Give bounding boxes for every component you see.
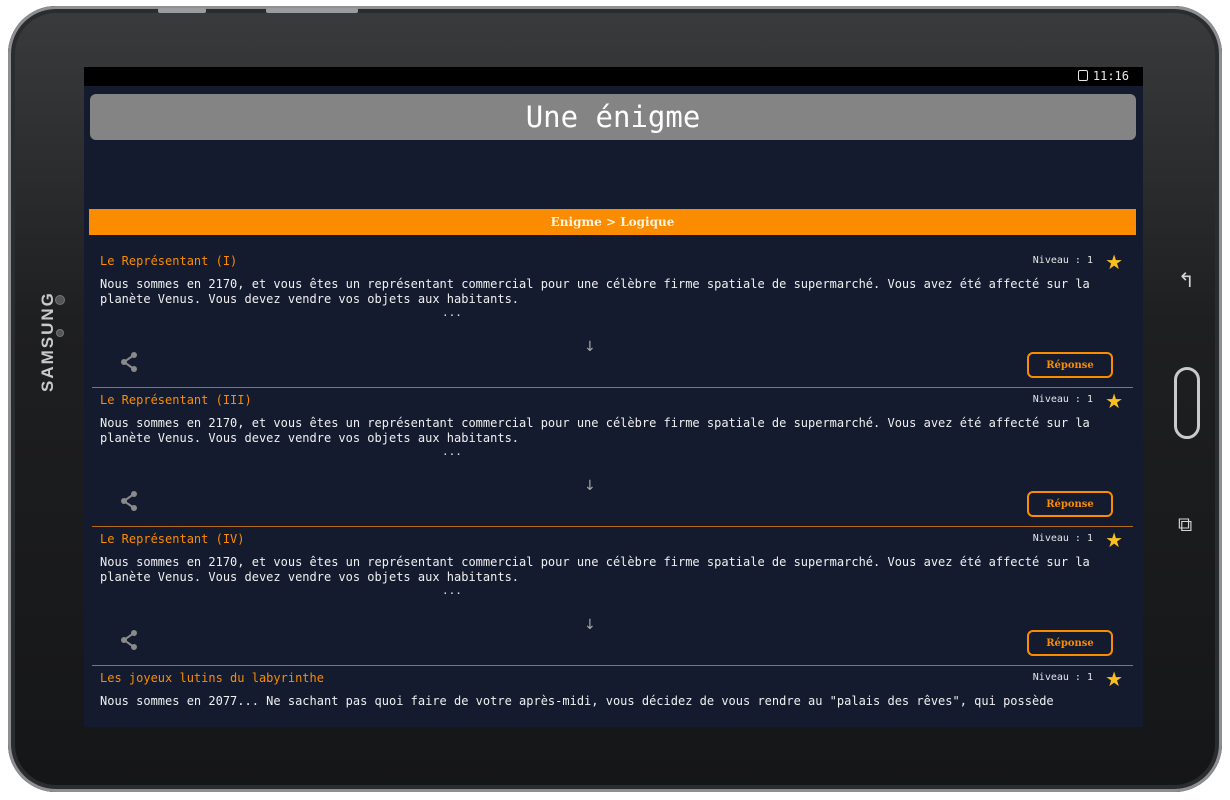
- riddle-title[interactable]: Les joyeux lutins du labyrinthe: [100, 671, 324, 685]
- riddle-title[interactable]: Le Représentant (IV): [100, 532, 245, 546]
- power-button: [266, 8, 358, 13]
- recents-icon[interactable]: ⧉: [1178, 512, 1192, 536]
- lock-icon: [1078, 70, 1088, 81]
- status-time: 11:16: [1092, 69, 1129, 83]
- riddle-title[interactable]: Le Représentant (III): [100, 393, 252, 407]
- expand-arrow-icon[interactable]: ↓: [584, 339, 596, 355]
- volume-button: [158, 8, 206, 13]
- answer-button[interactable]: Réponse: [1027, 630, 1113, 656]
- riddle-card: Les joyeux lutins du labyrinthe Niveau :…: [92, 665, 1133, 727]
- riddle-level: Niveau : 1: [1032, 394, 1093, 405]
- expand-arrow-icon[interactable]: ↓: [584, 478, 596, 494]
- star-icon[interactable]: ★: [1105, 250, 1123, 274]
- riddle-card: Le Représentant (IV) Niveau : 1 ★ Nous s…: [92, 526, 1133, 666]
- expand-arrow-icon[interactable]: ↓: [584, 617, 596, 633]
- riddle-level: Niveau : 1: [1032, 533, 1093, 544]
- riddle-text: Nous sommes en 2077... Ne sachant pas qu…: [100, 694, 1054, 708]
- home-button[interactable]: [1174, 367, 1200, 439]
- riddle-card: Le Représentant (I) Niveau : 1 ★ Nous so…: [92, 248, 1133, 388]
- star-icon[interactable]: ★: [1105, 528, 1123, 552]
- riddle-title[interactable]: Le Représentant (I): [100, 254, 237, 268]
- share-icon[interactable]: [118, 490, 140, 512]
- camera-dot: [57, 330, 63, 336]
- share-icon[interactable]: [118, 351, 140, 373]
- status-bar: 11:16: [84, 67, 1143, 86]
- riddle-text: Nous sommes en 2170, et vous êtes un rep…: [100, 277, 1090, 306]
- title-bar: Une énigme: [90, 94, 1136, 140]
- page-title: Une énigme: [525, 100, 701, 134]
- brand-logo: SAMSUNG: [38, 291, 57, 392]
- sensor-dot: [56, 296, 64, 304]
- category-header: Enigme > Logique: [89, 209, 1136, 235]
- answer-button[interactable]: Réponse: [1027, 491, 1113, 517]
- answer-button[interactable]: Réponse: [1027, 352, 1113, 378]
- back-icon[interactable]: ↰: [1178, 268, 1195, 292]
- share-icon[interactable]: [118, 629, 140, 651]
- riddle-level: Niveau : 1: [1032, 255, 1093, 266]
- riddle-level: Niveau : 1: [1032, 672, 1093, 683]
- riddle-text: Nous sommes en 2170, et vous êtes un rep…: [100, 555, 1090, 584]
- star-icon[interactable]: ★: [1105, 389, 1123, 413]
- more-ellipsis: ...: [442, 306, 462, 319]
- more-ellipsis: ...: [442, 584, 462, 597]
- more-ellipsis: ...: [442, 445, 462, 458]
- star-icon[interactable]: ★: [1105, 667, 1123, 691]
- riddle-text: Nous sommes en 2170, et vous êtes un rep…: [100, 416, 1090, 445]
- riddle-card: Le Représentant (III) Niveau : 1 ★ Nous …: [92, 387, 1133, 527]
- screen: 11:16 Une énigme Enigme > Logique Le Rep…: [84, 67, 1143, 727]
